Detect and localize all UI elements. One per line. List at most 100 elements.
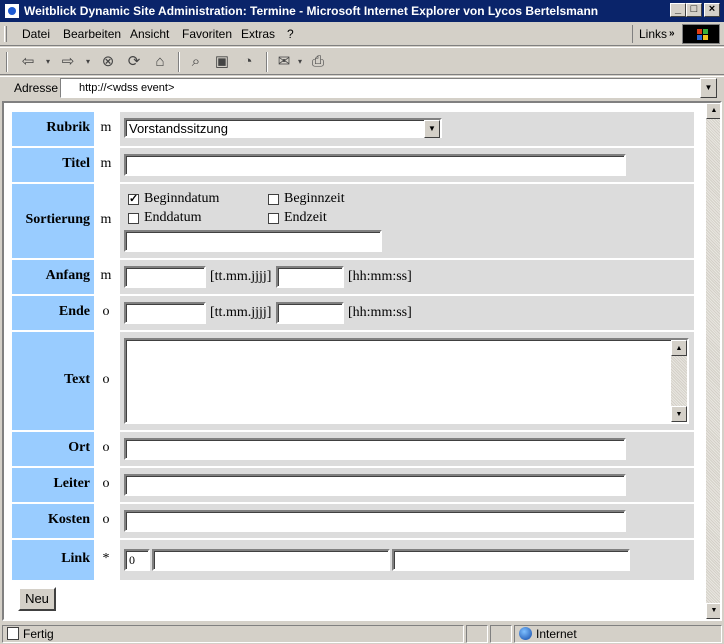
rubrik-label: Rubrik [12, 112, 94, 146]
address-input[interactable]: http://<wdss event> [60, 78, 702, 98]
address-label: Adresse [14, 81, 59, 95]
link-url-input[interactable] [152, 549, 390, 571]
zone-panel: Internet [514, 625, 722, 643]
titel-flag: m [94, 148, 118, 182]
link-index-input[interactable]: 0 [124, 549, 150, 571]
kosten-flag: o [94, 504, 118, 538]
ende-time-hint: [hh:mm:ss] [348, 305, 412, 320]
anfang-time-hint: [hh:mm:ss] [348, 269, 412, 284]
links-label: Links [639, 27, 668, 41]
status-text: Fertig [23, 627, 54, 641]
row-leiter: Leiter o [12, 468, 694, 502]
text-field: ▲ ▼ [120, 332, 694, 430]
rubrik-selected-value: Vorstandssitzung [129, 121, 229, 136]
sortierung-flag: m [94, 184, 118, 258]
beginndatum-checkbox[interactable]: ✓ [128, 194, 139, 205]
ende-date-input[interactable] [124, 302, 206, 324]
kosten-input[interactable] [124, 510, 626, 532]
text-textarea[interactable]: ▲ ▼ [124, 338, 689, 424]
page-scrollbar[interactable]: ▲ ▼ [706, 103, 720, 619]
windows-logo-icon [682, 24, 720, 44]
back-icon[interactable]: ⇦ [18, 52, 38, 72]
row-kosten: Kosten o [12, 504, 694, 538]
favorites-icon[interactable]: ▣ [212, 52, 232, 72]
titel-input[interactable] [124, 154, 626, 176]
anfang-date-hint: [tt.mm.jjjj] [210, 269, 272, 284]
menu-favoriten[interactable]: Favoriten [182, 27, 232, 41]
address-dropdown-icon[interactable]: ▼ [700, 78, 717, 98]
anfang-date-input[interactable] [124, 266, 206, 288]
home-icon[interactable]: ⌂ [150, 52, 170, 72]
sortierung-label: Sortierung [12, 184, 94, 258]
toolbar-separator [178, 52, 180, 72]
menu-datei[interactable]: Datei [22, 27, 50, 41]
menu-extras[interactable]: Extras [241, 27, 275, 41]
ende-flag: o [94, 296, 118, 330]
row-text: Text o ▲ ▼ [12, 332, 694, 430]
links-toolbar[interactable]: Links» [632, 25, 675, 43]
kosten-label: Kosten [12, 504, 94, 538]
beginnzeit-checkbox[interactable] [268, 194, 279, 205]
link-label: Link [12, 540, 94, 580]
ort-input[interactable] [124, 438, 626, 460]
menu-help[interactable]: ? [287, 27, 294, 41]
toolbar-separator [266, 52, 268, 72]
ende-time-input[interactable] [276, 302, 344, 324]
rubrik-field: Vorstandssitzung ▼ [120, 112, 694, 146]
ie-app-icon[interactable] [4, 3, 20, 19]
menu-bar: Datei Bearbeiten Ansicht Favoriten Extra… [0, 22, 724, 46]
status-panel-empty [490, 625, 512, 643]
title-bar[interactable]: Weitblick Dynamic Site Administration: T… [0, 0, 724, 22]
minimize-button[interactable]: _ [670, 3, 686, 17]
scroll-down-icon[interactable]: ▼ [706, 603, 720, 619]
ende-field: [tt.mm.jjjj] [hh:mm:ss] [120, 296, 694, 330]
anfang-time-input[interactable] [276, 266, 344, 288]
search-icon[interactable]: ⌕ [186, 52, 206, 72]
link-caption-input[interactable] [392, 549, 630, 571]
close-button[interactable]: × [704, 3, 720, 17]
leiter-field [120, 468, 694, 502]
enddatum-label: Enddatum [144, 210, 202, 225]
leiter-flag: o [94, 468, 118, 502]
maximize-button[interactable]: □ [686, 3, 702, 17]
status-bar: Fertig Internet [0, 623, 724, 644]
leiter-input[interactable] [124, 474, 626, 496]
ort-field [120, 432, 694, 466]
scroll-up-icon[interactable]: ▲ [706, 103, 720, 119]
text-flag: o [94, 332, 118, 430]
textarea-scrollbar[interactable]: ▲ ▼ [671, 340, 687, 422]
beginnzeit-label: Beginnzeit [284, 191, 345, 206]
history-icon[interactable]: ◔ [238, 52, 258, 72]
menu-grip [4, 26, 7, 42]
row-titel: Titel m [12, 148, 694, 182]
standard-toolbar: ⇦ ▾ ⇨ ▾ ⊗ ⟳ ⌂ ⌕ ▣ ◔ ✉ ▾ ⎙ [0, 47, 724, 75]
forward-icon[interactable]: ⇨ [58, 52, 78, 72]
stop-icon[interactable]: ⊗ [98, 52, 118, 72]
scroll-up-icon[interactable]: ▲ [671, 340, 687, 356]
scroll-down-icon[interactable]: ▼ [671, 406, 687, 422]
text-label: Text [12, 332, 94, 430]
menu-bearbeiten[interactable]: Bearbeiten [63, 27, 121, 41]
globe-icon [519, 627, 532, 640]
toolbar-grip [6, 52, 8, 72]
anfang-label: Anfang [12, 260, 94, 294]
menu-ansicht[interactable]: Ansicht [130, 27, 169, 41]
address-bar: Adresse http://<wdss event> ▼ [0, 76, 724, 98]
page-viewport: Rubrik m Vorstandssitzung ▼ Titel m Sort… [2, 101, 722, 621]
sortierung-field: ✓ Beginndatum Beginnzeit Enddatum Endzei… [120, 184, 694, 258]
print-icon[interactable]: ⎙ [308, 52, 328, 72]
row-ort: Ort o [12, 432, 694, 466]
forward-dropdown-icon[interactable]: ▾ [78, 52, 98, 72]
ort-label: Ort [12, 432, 94, 466]
zone-text: Internet [536, 627, 577, 641]
endzeit-checkbox[interactable] [268, 213, 279, 224]
mail-dropdown-icon[interactable]: ▾ [290, 52, 310, 72]
chevron-right-icon[interactable]: » [669, 28, 675, 39]
new-button[interactable]: Neu [18, 587, 56, 611]
rubrik-select[interactable]: Vorstandssitzung ▼ [124, 118, 442, 138]
chevron-down-icon[interactable]: ▼ [424, 120, 440, 138]
enddatum-checkbox[interactable] [128, 213, 139, 224]
back-dropdown-icon[interactable]: ▾ [38, 52, 58, 72]
sortierung-input[interactable] [124, 230, 382, 252]
refresh-icon[interactable]: ⟳ [124, 52, 144, 72]
